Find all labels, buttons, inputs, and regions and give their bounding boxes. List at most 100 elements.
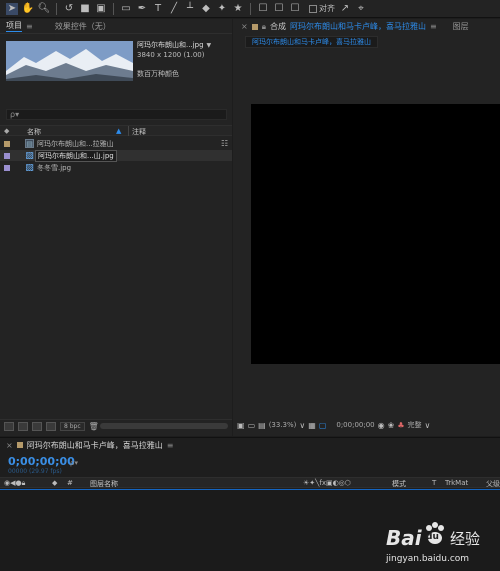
tab-timeline-composition[interactable]: 阿玛尔布朗山和马卡卢峰，喜马拉雅山 xyxy=(27,440,163,451)
rotate-tool-icon[interactable]: ↺ xyxy=(63,3,75,15)
timeline-timecode[interactable]: 0;00;00;00 xyxy=(8,455,75,468)
camera-tool-icon[interactable]: ■ xyxy=(79,3,91,15)
project-item-row[interactable]: ▨ 冬冬雪.jpg xyxy=(0,162,232,173)
sort-ascending-icon[interactable]: ▲ xyxy=(116,127,121,135)
watermark-service: 经验 xyxy=(450,530,481,548)
new-folder-icon[interactable] xyxy=(18,422,28,431)
composition-breadcrumb[interactable]: 阿玛尔布朗山和马卡卢峰，喜马拉雅山 xyxy=(245,36,378,48)
label-color-swatch[interactable] xyxy=(4,140,10,147)
brush-tool-icon[interactable]: ╱ xyxy=(168,3,180,15)
puppet-pin-tool-icon[interactable]: ★ xyxy=(232,3,244,15)
rectangle-tool-icon[interactable]: ▭ xyxy=(120,3,132,15)
column-comment[interactable]: 注释 xyxy=(132,127,146,137)
column-parent[interactable]: 父级 xyxy=(486,479,500,489)
tab-layer[interactable]: 图层 xyxy=(453,21,469,32)
chevron-down-icon[interactable]: ∨ xyxy=(425,421,431,430)
new-composition-icon[interactable] xyxy=(32,422,42,431)
show-snapshot-icon[interactable]: ❀ xyxy=(388,421,395,430)
timeline-search-input[interactable]: ρ▾ xyxy=(70,458,230,468)
project-panel-tabs: 项目 ≡ 效果控件（无） xyxy=(0,19,232,34)
layer-switches-icon[interactable]: ☀✦╲fx▣◐◎⬡ xyxy=(303,479,351,487)
footage-dimensions: 3840 x 1200 (1.00) xyxy=(137,51,205,59)
trash-icon[interactable]: 🗑︎ xyxy=(89,422,99,431)
timeline-column-header: ◉◀●🔒︎ ◆ # 图层名称 ☀✦╲fx▣◐◎⬡ 模式 T TrkMat 父级 xyxy=(0,477,500,488)
timeline-frame-rate: 00000 (29.97 fps) xyxy=(8,468,62,475)
close-icon[interactable]: × xyxy=(241,22,248,31)
label-color-swatch[interactable] xyxy=(4,164,10,171)
current-time-display[interactable]: 0;00;00;00 xyxy=(336,421,374,429)
mask-visibility-icon[interactable]: ▤ xyxy=(258,421,266,430)
world-axis-icon[interactable]: ☐ xyxy=(273,3,285,15)
roto-brush-tool-icon[interactable]: ✦ xyxy=(216,3,228,15)
project-item-row[interactable]: ▨ 阿玛尔布朗山和...山.jpg xyxy=(0,149,232,162)
panel-menu-icon[interactable]: ≡ xyxy=(430,22,437,31)
align-checkbox[interactable] xyxy=(309,4,317,13)
column-preserve-transparency: T xyxy=(432,479,437,487)
label-color-swatch xyxy=(16,442,23,448)
label-color-swatch xyxy=(251,23,258,30)
tab-composition[interactable]: 阿玛尔布朗山和马卡卢峰，喜马拉雅山 xyxy=(290,21,426,32)
close-icon[interactable]: × xyxy=(6,441,13,450)
align-toggle[interactable]: 对齐 xyxy=(309,3,335,14)
snapshot-icon[interactable]: ◉ xyxy=(378,421,385,430)
eraser-tool-icon[interactable]: ◆ xyxy=(200,3,212,15)
project-settings-icon[interactable] xyxy=(46,422,56,431)
hand-tool-icon[interactable]: ✋ xyxy=(22,3,34,15)
grid-icon[interactable]: ▦ xyxy=(308,421,316,430)
column-name[interactable]: 名称 xyxy=(27,127,41,137)
tab-effect-controls[interactable]: 效果控件（无） xyxy=(55,21,111,32)
label-column-icon[interactable]: ◆ xyxy=(52,479,57,487)
zoom-tool-icon[interactable]: 🔍︎ xyxy=(38,3,51,15)
toolbar-divider xyxy=(250,2,251,15)
project-panel: 项目 ≡ 效果控件（无） 阿玛尔布朗山和...jpg ▼ 3840 x 1200… xyxy=(0,19,232,436)
composition-panel-tabs: × 🔒︎ 合成 阿玛尔布朗山和马卡卢峰，喜马拉雅山 ≡ 图层 xyxy=(233,19,500,34)
local-axis-icon[interactable]: ☐ xyxy=(257,3,269,15)
panel-menu-icon[interactable]: ≡ xyxy=(167,441,174,450)
region-of-interest-icon[interactable]: ▢ xyxy=(319,421,327,430)
project-item-row[interactable]: ▤ 阿玛尔布朗山和...拉雅山 ☷ xyxy=(0,138,232,149)
clone-stamp-tool-icon[interactable]: ┴ xyxy=(184,3,196,15)
item-name: 阿玛尔布朗山和...拉雅山 xyxy=(37,139,114,148)
column-mode[interactable]: 模式 xyxy=(392,479,406,489)
snap-options-icon[interactable]: ⌖ xyxy=(355,3,367,15)
pen-tool-icon[interactable]: ✒ xyxy=(136,3,148,15)
composition-panel: × 🔒︎ 合成 阿玛尔布朗山和马卡卢峰，喜马拉雅山 ≡ 图层 阿玛尔布朗山和马卡… xyxy=(233,19,500,436)
column-track-matte[interactable]: TrkMat xyxy=(445,479,468,487)
pan-behind-tool-icon[interactable]: ▣ xyxy=(95,3,107,15)
flowchart-icon[interactable]: ☷ xyxy=(221,139,228,148)
channels-icon[interactable]: ♣ xyxy=(397,421,404,430)
tab-project[interactable]: 项目 xyxy=(6,20,22,32)
align-label: 对齐 xyxy=(319,4,335,13)
zoom-dropdown[interactable]: (33.3%) xyxy=(269,421,297,429)
interpret-footage-icon[interactable] xyxy=(4,422,14,431)
view-axis-icon[interactable]: ☐ xyxy=(289,3,301,15)
project-search-input[interactable]: ρ▾ xyxy=(6,109,227,120)
label-column-icon[interactable]: ◆ xyxy=(4,127,9,135)
selection-tool-icon[interactable]: ➤ xyxy=(6,2,18,15)
always-preview-icon[interactable]: ▣ xyxy=(237,421,245,430)
av-features-icon[interactable]: ◉◀●🔒︎ xyxy=(4,479,25,488)
watermark-brand-suffix: du xyxy=(426,532,439,542)
column-layer-name[interactable]: 图层名称 xyxy=(90,479,118,489)
breadcrumb-item[interactable]: 阿玛尔布朗山和马卡卢峰，喜马拉雅山 xyxy=(252,37,371,47)
resolution-dropdown[interactable]: 完整 xyxy=(408,420,422,430)
item-name[interactable]: 阿玛尔布朗山和...山.jpg xyxy=(35,149,117,162)
project-horizontal-scrollbar[interactable] xyxy=(100,423,228,429)
toolbar-divider xyxy=(113,2,114,15)
snap-icon[interactable]: ↗ xyxy=(339,3,351,15)
search-icon: ρ▾ xyxy=(70,459,78,467)
chevron-down-icon[interactable]: ▼ xyxy=(207,42,212,49)
composition-viewer[interactable] xyxy=(251,104,500,364)
baidu-jingyan-watermark: Bai du 经验 jingyan.baidu.com xyxy=(384,520,500,570)
column-layer-number: # xyxy=(67,479,73,487)
type-tool-icon[interactable]: T xyxy=(152,3,164,15)
chevron-down-icon[interactable]: ∨ xyxy=(299,421,305,430)
composition-tab-prefix: 合成 xyxy=(269,22,286,31)
image-file-icon: ▨ xyxy=(25,162,34,173)
bit-depth-button[interactable]: 8 bpc xyxy=(60,422,85,431)
label-color-swatch[interactable] xyxy=(4,152,10,159)
column-divider xyxy=(128,126,129,136)
monitor-icon[interactable]: ▭ xyxy=(248,421,256,430)
lock-icon[interactable]: 🔒︎ xyxy=(262,22,266,32)
panel-menu-icon[interactable]: ≡ xyxy=(26,22,33,31)
